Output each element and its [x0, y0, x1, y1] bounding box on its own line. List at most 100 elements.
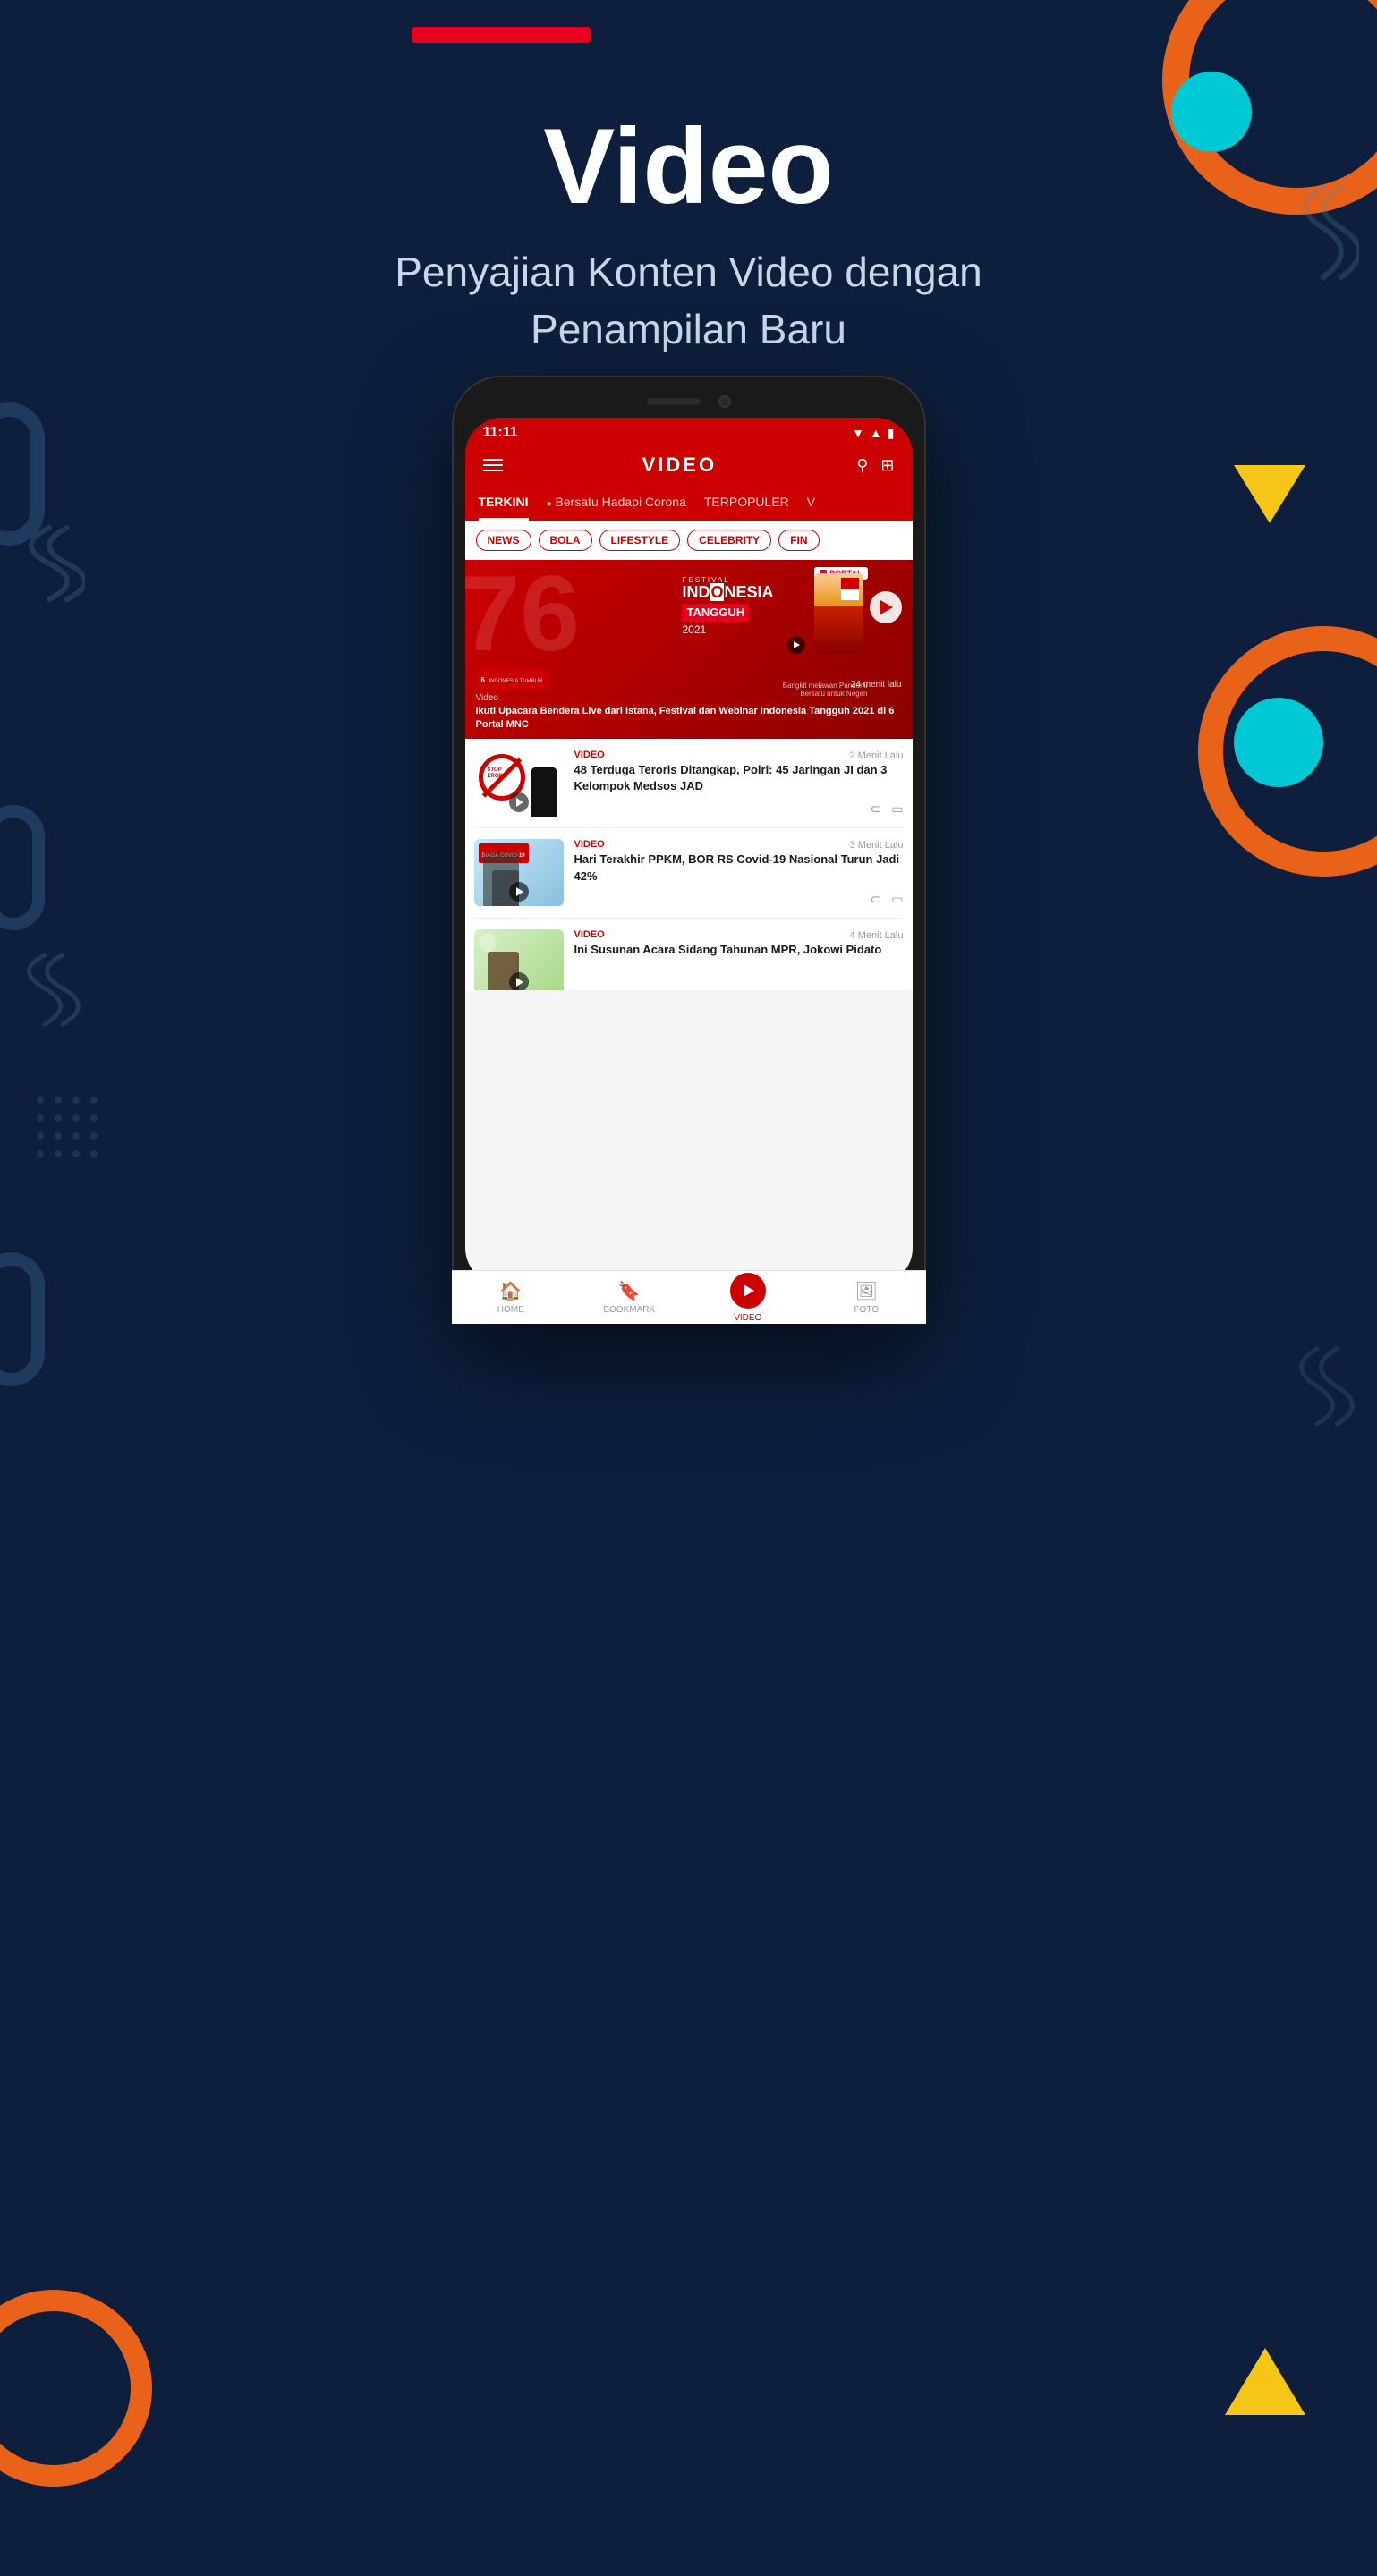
news-item-2[interactable]: SIAGA COVID-19 VIDEO [474, 828, 904, 918]
phone-camera [718, 395, 731, 408]
hero-section[interactable]: 76 6 INDONESIA TUMBUH PORTAL [465, 560, 913, 739]
phone-screen: 11:11 ▼ ▲ ▮ VIDEO ⚲ [465, 418, 913, 1285]
hero-tag: Video [476, 693, 498, 703]
thumb-play-2[interactable] [509, 882, 529, 902]
detail-circle [479, 934, 497, 952]
app-header: 11:11 ▼ ▲ ▮ VIDEO ⚲ [465, 418, 913, 521]
nav-icons: ⚲ ⊞ [856, 456, 894, 475]
hero-bg-number: 76 [465, 560, 580, 667]
left-oval-mid [0, 805, 45, 930]
news-item-3[interactable]: VIDEO 4 Menit Lalu Ini Susunan Acara Sid… [474, 919, 904, 990]
cyan-circle-mid [1234, 698, 1323, 787]
news-time-3: 4 Menit Lalu [850, 930, 904, 941]
bottom-nav-video[interactable]: VIDEO [689, 1271, 808, 1285]
news-meta-2: VIDEO 3 Menit Lalu [574, 839, 904, 852]
thumb-play-1[interactable] [509, 792, 529, 812]
news-list: STOPERORIS VIDEO [465, 739, 913, 990]
hero-content: 76 6 INDONESIA TUMBUH PORTAL [465, 560, 913, 739]
tangguh-badge: TANGGUH [682, 604, 749, 622]
phone-mockup: 11:11 ▼ ▲ ▮ VIDEO ⚲ [452, 376, 926, 1324]
orange-arc-bottom-right [1198, 626, 1377, 877]
bottom-nav-bookmark[interactable]: 🔖 BOOKMARK [570, 1271, 689, 1285]
hero-play-button[interactable] [870, 591, 902, 623]
news-thumb-1: STOPERORIS [474, 750, 564, 817]
play-triangle-2 [516, 887, 523, 896]
logo-badge: 6 INDONESIA TUMBUH [476, 668, 548, 690]
news-content-2: VIDEO 3 Menit Lalu Hari Terakhir PPKM, B… [574, 839, 904, 906]
home-icon: 🏠 [499, 1280, 522, 1285]
festival-text-block: FESTIVAL INDONESIA TANGGUH 2021 [682, 576, 773, 636]
tab-corona[interactable]: Bersatu Hadapi Corona [547, 486, 686, 521]
wifi-icon: ▼ [852, 426, 864, 440]
video-play-tri [744, 1284, 754, 1286]
small-play-tri [794, 641, 800, 648]
status-time: 11:11 [483, 425, 518, 441]
news-meta-3: VIDEO 4 Menit Lalu [574, 929, 904, 942]
hamburger-line-2 [483, 464, 503, 466]
video-circle [730, 1273, 766, 1286]
thumb-play-3[interactable] [509, 972, 529, 990]
news-actions-1: ⊂ ▭ [574, 801, 904, 817]
flag-red [841, 578, 859, 589]
news-content-3: VIDEO 4 Menit Lalu Ini Susunan Acara Sid… [574, 929, 904, 979]
bottom-nav-foto[interactable]: 🖼 FOTO [807, 1271, 913, 1285]
title-section: Video Penyajian Konten Video dengan Pena… [0, 107, 1377, 359]
red-bar-decoration [412, 27, 591, 43]
left-squiggle-1 [13, 519, 85, 613]
yellow-triangle-right [1234, 465, 1305, 523]
news-meta-1: VIDEO 2 Menit Lalu [574, 750, 904, 762]
bookmark-icon-2[interactable]: ▭ [891, 892, 903, 907]
tab-v[interactable]: V [807, 486, 815, 521]
hamburger-menu[interactable] [483, 459, 503, 471]
foto-icon: 🖼 [855, 1280, 878, 1285]
play-triangle-3 [516, 978, 523, 987]
orange-arc-bottom-left [0, 2290, 152, 2487]
cat-bola[interactable]: BOLA [539, 530, 592, 551]
hero-headline: Ikuti Upacara Bendera Live dari Istana, … [476, 705, 902, 732]
signal-icon: ▲ [870, 426, 882, 440]
share-icon-2[interactable]: ⊂ [871, 892, 881, 907]
cat-news[interactable]: NEWS [476, 530, 531, 551]
bottom-nav-home[interactable]: 🏠 HOME [465, 1271, 571, 1285]
battery-icon: ▮ [888, 426, 895, 441]
phone-frame: 11:11 ▼ ▲ ▮ VIDEO ⚲ [452, 376, 926, 1324]
bookmark-nav-icon: 🔖 [618, 1280, 641, 1285]
nav-bar: VIDEO ⚲ ⊞ [465, 445, 913, 486]
share-icon-1[interactable]: ⊂ [871, 801, 881, 817]
tabs-row: TERKINI Bersatu Hadapi Corona TERPOPULER… [465, 486, 913, 521]
status-icons: ▼ ▲ ▮ [852, 426, 894, 441]
terror-silhouette [531, 767, 557, 817]
tangguh-text: TANGGUH [686, 606, 744, 619]
tab-terkini[interactable]: TERKINI [479, 486, 529, 521]
phone-speaker [647, 398, 701, 405]
left-oval-top [0, 402, 45, 546]
logo-sub: INDONESIA TUMBUH [489, 679, 542, 684]
cat-fin[interactable]: FIN [778, 530, 819, 551]
news-item-1[interactable]: STOPERORIS VIDEO [474, 739, 904, 828]
app-title: VIDEO [642, 453, 717, 477]
news-actions-2: ⊂ ▭ [574, 892, 904, 907]
news-label-2: VIDEO [574, 839, 605, 850]
categories-row: NEWS BOLA LIFESTYLE CELEBRITY FIN [465, 521, 913, 560]
cat-lifestyle[interactable]: LIFESTYLE [599, 530, 681, 551]
news-time-2: 3 Menit Lalu [850, 840, 904, 851]
cat-celebrity[interactable]: CELEBRITY [687, 530, 771, 551]
flag-white [841, 589, 859, 601]
page-title: Video [0, 107, 1377, 225]
news-title-2: Hari Terakhir PPKM, BOR RS Covid-19 Nasi… [574, 852, 904, 884]
bottom-nav: 🏠 HOME 🔖 BOOKMARK VIDEO 🖼 FOTO [465, 1270, 913, 1285]
news-title-3: Ini Susunan Acara Sidang Tahunan MPR, Jo… [574, 942, 904, 958]
bookmark-icon-1[interactable]: ▭ [891, 801, 903, 817]
device-illustration [814, 573, 863, 654]
news-content-1: VIDEO 2 Menit Lalu 48 Terduga Teroris Di… [574, 750, 904, 817]
news-time-1: 2 Menit Lalu [850, 750, 904, 761]
phone-notch [465, 389, 913, 414]
small-play [787, 636, 805, 654]
hero-people [783, 564, 863, 663]
left-squiggle-2 [18, 948, 81, 1033]
grid-icon[interactable]: ⊞ [880, 456, 894, 475]
tab-terpopuler[interactable]: TERPOPULER [704, 486, 789, 521]
dot-grid [31, 1091, 103, 1167]
person-body-area [814, 606, 863, 654]
search-icon[interactable]: ⚲ [856, 456, 868, 475]
